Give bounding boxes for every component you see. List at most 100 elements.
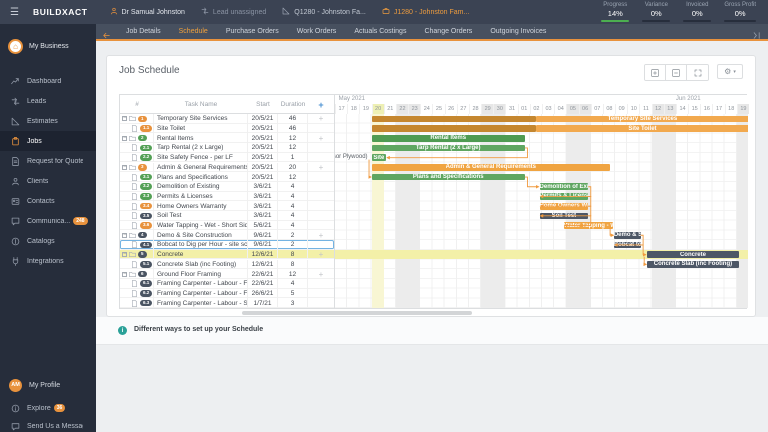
collapse-icon[interactable]: − [122,136,127,141]
table-row[interactable]: 3.3Permits & Licenses3/6/214 [120,192,334,202]
tab-overflow-icon[interactable] [753,27,762,36]
sidebar-item-clients[interactable]: Clients [0,171,96,191]
schedule-settings-button[interactable]: ⚙▾ [717,64,743,79]
table-row[interactable]: −3Admin & General Requirements20/5/2120+ [120,163,334,173]
gantt-bar[interactable]: Permits & Licenses [540,193,589,200]
task-duration: 12 [278,133,308,143]
gantt-bar-segment[interactable] [536,125,748,132]
gantt-bar-label: Water Tapping - Wet - [564,223,613,229]
table-row[interactable]: 3.2Demolition of Existing3/6/214 [120,182,334,192]
menu-icon[interactable]: ☰ [10,7,19,18]
tab-outgoing-invoices[interactable]: Outgoing Invoices [481,24,555,39]
day-header: 30 [493,104,505,114]
job-reference[interactable]: J1280 - Johnston Fam... [382,7,469,17]
sidebar-item-request-for-quotes[interactable]: Request for Quotes [0,151,96,171]
sidebar-item-my-profile[interactable]: AM My Profile [0,374,96,396]
table-row[interactable]: 3.1Plans and Specifications20/5/2112 [120,172,334,182]
add-subtask-button [308,143,334,153]
collapse-icon[interactable]: − [122,252,127,257]
table-row[interactable]: 6.1Framing Carpenter - Labour - Framing … [120,279,334,289]
add-column-button[interactable]: + [308,95,334,114]
table-row[interactable]: 4.1Bobcat to Dig per Hour - site scrape9… [120,240,334,250]
table-row[interactable]: 5.1Concrete Slab (inc Footing)12/6/218 [120,260,334,270]
tab-job-details[interactable]: Job Details [117,24,170,39]
collapse-icon[interactable]: − [122,116,127,121]
tab-work-orders[interactable]: Work Orders [288,24,346,39]
sidebar-item-leads[interactable]: Leads [0,91,96,111]
zoom-in-button[interactable] [645,65,666,80]
tab-schedule[interactable]: Schedule [170,24,217,39]
table-header: #Task NameStartDuration+ [120,95,334,114]
gantt-bar[interactable]: Demo & S [614,232,641,239]
task-number-badge: 2.2 [140,154,152,161]
task-name: Concrete [154,250,248,260]
expand-button[interactable] [687,65,708,80]
gantt-bar[interactable]: Demolition of Existing [540,183,589,190]
gantt-bar[interactable]: Rental Items [372,135,525,142]
gantt-bar-segment[interactable] [372,125,536,132]
horizontal-scrollbar[interactable] [242,311,472,315]
task-start-date: 22/6/21 [248,279,278,289]
schedule-grid: #Task NameStartDuration+ −1Temporary Sit… [119,94,747,309]
table-row[interactable]: −6Ground Floor Framing22/6/2112+ [120,269,334,279]
add-subtask-button[interactable]: + [308,230,334,240]
table-row[interactable]: 3.6Water Tapping - Wet - Short Side5/6/2… [120,221,334,231]
add-subtask-button[interactable]: + [308,163,334,173]
gantt-bar-segment[interactable] [372,116,536,123]
sidebar-item-jobs[interactable]: Jobs [0,131,96,151]
gantt-bar[interactable]: Bobcat to D [614,242,641,249]
table-row[interactable]: −1Temporary Site Services20/5/2146+ [120,114,334,124]
gantt-bar[interactable]: Soil Test [540,213,589,220]
sidebar-item-integrations[interactable]: Integrations [0,251,96,271]
table-row[interactable]: 1.1Site Toilet20/5/2146 [120,124,334,134]
zoom-out-button[interactable] [666,65,687,80]
add-subtask-button[interactable]: + [308,250,334,260]
client-name[interactable]: Dr Samual Johnston [110,7,185,17]
task-number-badge: 6 [138,271,147,278]
table-row[interactable]: 6.3Framing Carpenter - Labour - Sheet Fl… [120,298,334,308]
table-row[interactable]: 2.1Tarp Rental (2 x Large)20/5/2112 [120,143,334,153]
day-header: 10 [627,104,639,114]
gantt-bar[interactable]: Admin & General Requirements [372,164,611,171]
table-row[interactable]: −2Rental Items20/5/2112+ [120,133,334,143]
sidebar-item-communica-[interactable]: Communica...248 [0,211,96,231]
collapse-icon[interactable]: − [122,233,127,238]
add-subtask-button[interactable]: + [308,269,334,279]
table-row[interactable]: −4Demo & Site Construction9/6/212+ [120,230,334,240]
gantt-bar[interactable]: Home Owners Warran [540,203,589,210]
tab-change-orders[interactable]: Change Orders [415,24,481,39]
sidebar-item-my-business[interactable]: ⌂ My Business [0,34,96,58]
table-row[interactable]: 2.2Site Safety Fence - per LF20/5/211 [120,153,334,163]
topbar: ☰ BUILDXACT Dr Samual Johnston Lead unas… [0,0,768,24]
collapse-icon[interactable]: − [122,272,127,277]
gantt-bar[interactable]: Water Tapping - Wet - [564,222,613,229]
gantt-bar[interactable]: Plans and Specifications [372,174,525,181]
task-name: Framing Carpenter - Labour - Framing ( [154,279,248,289]
gantt-bar-label: Plans and Specifications [413,174,484,180]
tab-purchase-orders[interactable]: Purchase Orders [217,24,288,39]
gantt-bar[interactable]: Tarp Rental (2 x Large) [372,145,525,152]
gantt-bar[interactable]: Site [372,154,387,161]
sidebar-item-send-us-a-message[interactable]: Send Us a Message [0,416,96,432]
table-row[interactable]: 6.2Framing Carpenter - Labour - Framing … [120,289,334,299]
collapse-icon[interactable]: − [122,165,127,170]
tab-actuals-costings[interactable]: Actuals Costings [345,24,415,39]
gantt-bar[interactable]: Concrete [647,251,740,258]
gantt-bar-segment[interactable] [536,116,748,123]
gantt-bar[interactable]: Concrete Slab (inc Footing) [647,261,740,268]
add-subtask-button[interactable]: + [308,133,334,143]
quote-reference[interactable]: Q1280 - Johnston Fa... [282,7,366,17]
sidebar-item-contacts[interactable]: Contacts [0,191,96,211]
sidebar-item-dashboard[interactable]: Dashboard [0,71,96,91]
back-arrow-icon[interactable] [102,27,111,36]
sidebar-item-explore[interactable]: Explore36 [0,398,96,418]
table-row[interactable]: −5Concrete12/6/218+ [120,250,334,260]
sidebar-item-estimates[interactable]: Estimates [0,111,96,131]
lead-status[interactable]: Lead unassigned [201,7,266,17]
chevron-down-icon: ▾ [733,69,736,75]
add-subtask-button[interactable]: + [308,114,334,124]
table-row[interactable]: 3.5Soil Test3/6/214 [120,211,334,221]
table-row[interactable]: 3.4Home Owners Warranty3/6/214 [120,201,334,211]
task-number-badge: 3 [138,164,147,171]
sidebar-item-catalogs[interactable]: Catalogs [0,231,96,251]
